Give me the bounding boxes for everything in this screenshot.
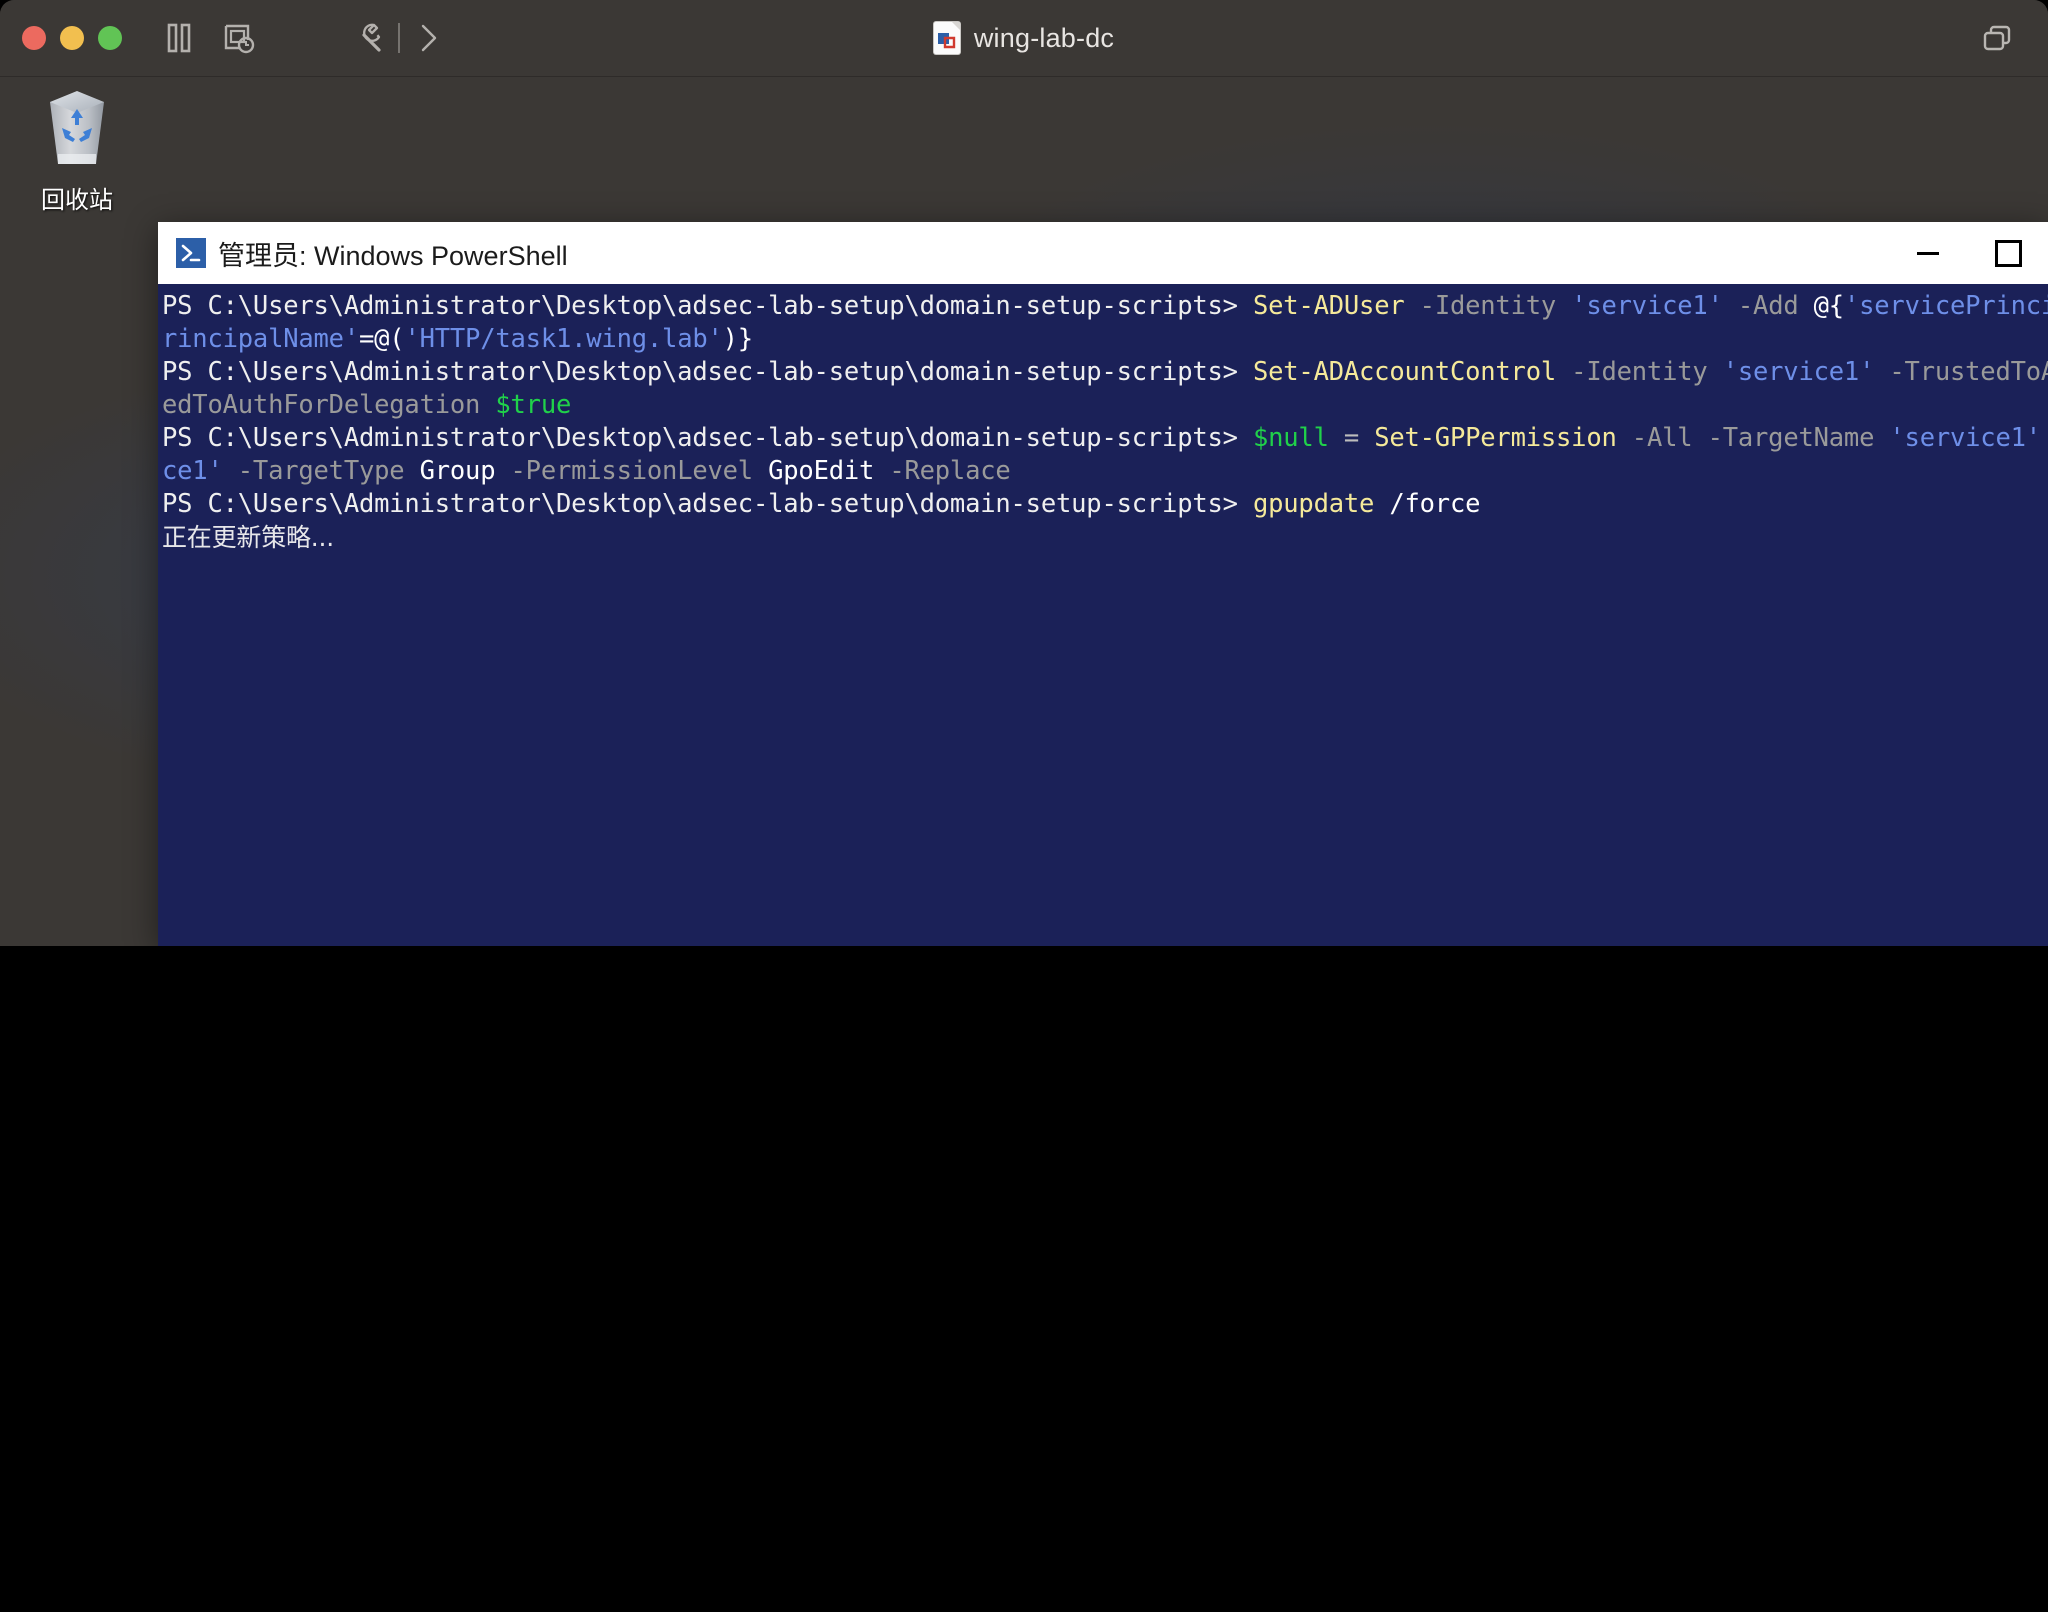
console-token: 'service1' xyxy=(1722,357,1875,387)
recycle-bin-icon xyxy=(34,82,120,174)
console-token: edToAuthForDelegation xyxy=(162,390,496,420)
console-token xyxy=(223,456,238,486)
console-token: PS C:\Users\Administrator\Desktop\adsec-… xyxy=(162,357,1193,387)
console-token: Set-ADUser xyxy=(1252,291,1420,321)
recycle-bin-label: 回收站 xyxy=(41,187,113,214)
console-token: -Replace xyxy=(889,456,1011,486)
wrench-icon[interactable] xyxy=(352,14,386,62)
close-button[interactable] xyxy=(22,26,46,50)
console-token: ts> xyxy=(1192,423,1253,453)
console-token: 'HTTP/task1.wing.lab' xyxy=(404,324,723,354)
powershell-titlebar: 管理员: Windows PowerShell xyxy=(158,222,2048,284)
console-token: 正在更新策略... xyxy=(162,523,335,552)
console-line: ce1' -TargetType Group -PermissionLevel … xyxy=(162,455,2048,488)
console-token: Group xyxy=(419,456,511,486)
powershell-window[interactable]: 管理员: Windows PowerShell PS C:\Users\Admi… xyxy=(158,222,2048,946)
console-line: rincipalName'=@('HTTP/task1.wing.lab')} xyxy=(162,323,2048,356)
console-token: ts> xyxy=(1192,357,1253,387)
console-line: PS C:\Users\Administrator\Desktop\adsec-… xyxy=(162,422,2048,455)
powershell-prompt-icon xyxy=(176,238,206,268)
minimize-icon xyxy=(1917,251,1939,255)
console-token: PS C:\Users\Administrator\Desktop\adsec-… xyxy=(162,423,1193,453)
console-line: PS C:\Users\Administrator\Desktop\adsec-… xyxy=(162,356,2048,389)
screen-root: wing-lab-dc 回收站 管理员: Windows PowerShell … xyxy=(0,0,2048,1612)
console-token: =@( xyxy=(358,324,405,354)
console-token: 'servicePrincipalName' xyxy=(1843,291,2048,321)
console-line: PS C:\Users\Administrator\Desktop\adsec-… xyxy=(162,488,2048,521)
restore-windows-icon[interactable] xyxy=(1978,20,2018,58)
remote-desktop-surface[interactable]: 回收站 管理员: Windows PowerShell PS C:\Users\… xyxy=(0,76,2048,946)
console-token: $null xyxy=(1252,423,1329,453)
client-toolbar-right xyxy=(352,14,446,62)
chevron-right-icon[interactable] xyxy=(412,14,446,62)
client-title-text: wing-lab-dc xyxy=(973,22,1115,53)
console-token: )} xyxy=(722,324,754,354)
console-token: gpupdate xyxy=(1252,489,1390,519)
console-token: -Add xyxy=(1737,291,1814,321)
client-window-title: wing-lab-dc xyxy=(0,0,2048,76)
console-line: 正在更新策略... xyxy=(162,521,2048,554)
minimize-button[interactable] xyxy=(60,26,84,50)
pause-icon[interactable] xyxy=(162,14,196,62)
console-token: PS C:\Users\Administrator\Desktop\adsec-… xyxy=(162,291,1056,321)
powershell-maximize-button[interactable] xyxy=(1968,222,2048,284)
console-token: -TargetType xyxy=(237,456,420,486)
console-token: 'service1' xyxy=(1889,423,2041,453)
console-token: ce1' xyxy=(162,456,223,486)
console-token: $true xyxy=(495,390,572,420)
powershell-console-output[interactable]: PS C:\Users\Administrator\Desktop\adsec-… xyxy=(158,284,2048,946)
console-token: @{ xyxy=(1813,291,1845,321)
screenshot-clock-icon[interactable] xyxy=(222,14,256,62)
client-titlebar: wing-lab-dc xyxy=(0,0,2048,77)
console-token: -TargetName xyxy=(1707,423,1890,453)
console-token: ts> xyxy=(1192,489,1253,519)
console-token: tup-scripts> xyxy=(1056,291,1253,321)
console-token: Set-ADAccountControl xyxy=(1252,357,1572,387)
console-token: GpoEdit xyxy=(768,456,890,486)
console-token xyxy=(1874,357,1889,387)
rdp-client-window: wing-lab-dc 回收站 管理员: Windows PowerShell … xyxy=(0,0,2048,946)
console-token: -PermissionLevel xyxy=(510,456,769,486)
console-token: -Identity xyxy=(1571,357,1723,387)
console-line: PS C:\Users\Administrator\Desktop\adsec-… xyxy=(162,290,2048,323)
console-token: 'service1' xyxy=(1571,291,1723,321)
toolbar-divider xyxy=(398,23,400,53)
rdp-file-icon xyxy=(933,22,960,54)
console-token: Set-GPPermission xyxy=(1374,423,1632,453)
powershell-minimize-button[interactable] xyxy=(1888,222,1968,284)
desktop-icon-recycle-bin[interactable]: 回收站 xyxy=(12,82,142,215)
console-token: rincipalName' xyxy=(162,324,359,354)
powershell-title-text: 管理员: Windows PowerShell xyxy=(218,240,568,271)
client-toolbar-left xyxy=(162,14,256,62)
console-token: -Identity xyxy=(1419,291,1572,321)
traffic-light-group xyxy=(22,26,122,50)
powershell-window-controls xyxy=(1888,222,2048,284)
console-token: -TrustedToAuthForDelegation xyxy=(1889,357,2048,387)
console-line: edToAuthForDelegation $true xyxy=(162,389,2048,422)
console-token: PS C:\Users\Administrator\Desktop\adsec-… xyxy=(162,489,1193,519)
console-token xyxy=(1723,291,1738,321)
maximize-icon xyxy=(1994,239,2022,267)
zoom-button[interactable] xyxy=(98,26,122,50)
console-token: -All xyxy=(1631,423,1708,453)
console-token: = xyxy=(1328,423,1375,453)
console-token: /force xyxy=(1389,489,1481,519)
